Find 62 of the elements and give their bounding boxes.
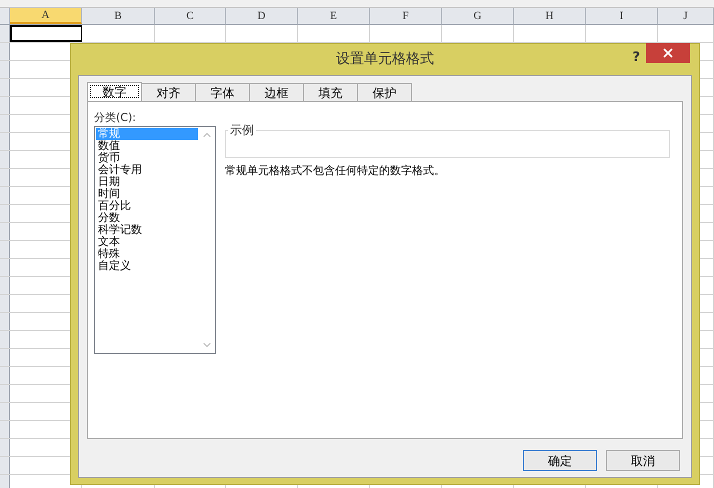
category-item[interactable]: 科学记数 (96, 224, 198, 236)
row-header[interactable] (0, 295, 10, 312)
row-header[interactable] (0, 277, 10, 294)
row-header[interactable] (0, 349, 10, 366)
column-header[interactable]: C (155, 8, 226, 24)
close-button[interactable] (646, 43, 690, 63)
column-header[interactable]: I (586, 8, 658, 24)
row-header[interactable] (0, 115, 10, 132)
row-header[interactable] (0, 367, 10, 384)
category-item[interactable]: 会计专用 (96, 164, 198, 176)
tab[interactable]: 数字 (87, 82, 142, 101)
row-header[interactable] (0, 259, 10, 276)
selected-cell[interactable] (10, 25, 82, 42)
row-header[interactable] (0, 79, 10, 96)
dialog-button[interactable]: 取消 (606, 450, 680, 471)
row-header[interactable] (0, 385, 10, 402)
row-header[interactable] (0, 25, 10, 42)
category-item[interactable]: 百分比 (96, 200, 198, 212)
column-header[interactable]: H (514, 8, 586, 24)
tab[interactable]: 填充 (303, 83, 358, 101)
close-icon (661, 46, 675, 60)
category-item[interactable]: 分数 (96, 212, 198, 224)
tab[interactable]: 字体 (195, 83, 250, 101)
category-item[interactable]: 特殊 (96, 248, 198, 260)
tab[interactable]: 保护 (357, 83, 412, 101)
category-item[interactable]: 日期 (96, 176, 198, 188)
column-header[interactable]: E (298, 8, 370, 24)
row-header[interactable] (0, 439, 10, 456)
row-header[interactable] (0, 223, 10, 240)
column-header[interactable]: B (82, 8, 155, 24)
row-header[interactable] (0, 475, 10, 488)
row-header[interactable] (0, 205, 10, 222)
category-item[interactable]: 货币 (96, 152, 198, 164)
dialog-button[interactable]: 确定 (523, 450, 597, 471)
description-text: 常规单元格格式不包含任何特定的数字格式。 (225, 163, 446, 179)
column-header[interactable]: D (226, 8, 298, 24)
help-button[interactable]: ? (632, 48, 640, 68)
row-header[interactable] (0, 457, 10, 474)
row-header[interactable] (0, 43, 10, 60)
row-header[interactable] (0, 421, 10, 438)
column-header[interactable]: F (370, 8, 442, 24)
category-item[interactable]: 数值 (96, 140, 198, 152)
row-header[interactable] (0, 133, 10, 150)
row-header[interactable] (0, 169, 10, 186)
category-item[interactable]: 自定义 (96, 260, 198, 272)
column-header[interactable]: J (658, 8, 714, 24)
column-header[interactable]: A (10, 8, 82, 24)
row-header[interactable] (0, 241, 10, 258)
row-header[interactable] (0, 331, 10, 348)
category-label: 分类(C): (94, 110, 137, 126)
tab[interactable]: 对齐 (141, 83, 196, 101)
tab[interactable]: 边框 (249, 83, 304, 101)
category-item[interactable]: 文本 (96, 236, 198, 248)
row-header[interactable] (0, 151, 10, 168)
column-header[interactable]: G (442, 8, 514, 24)
row-header[interactable] (0, 61, 10, 78)
row-header[interactable] (0, 313, 10, 330)
row-header[interactable] (0, 187, 10, 204)
window-title: 设置单元格格式 (336, 50, 434, 69)
category-item[interactable]: 时间 (96, 188, 198, 200)
row-header[interactable] (0, 97, 10, 114)
row-header[interactable] (0, 403, 10, 420)
